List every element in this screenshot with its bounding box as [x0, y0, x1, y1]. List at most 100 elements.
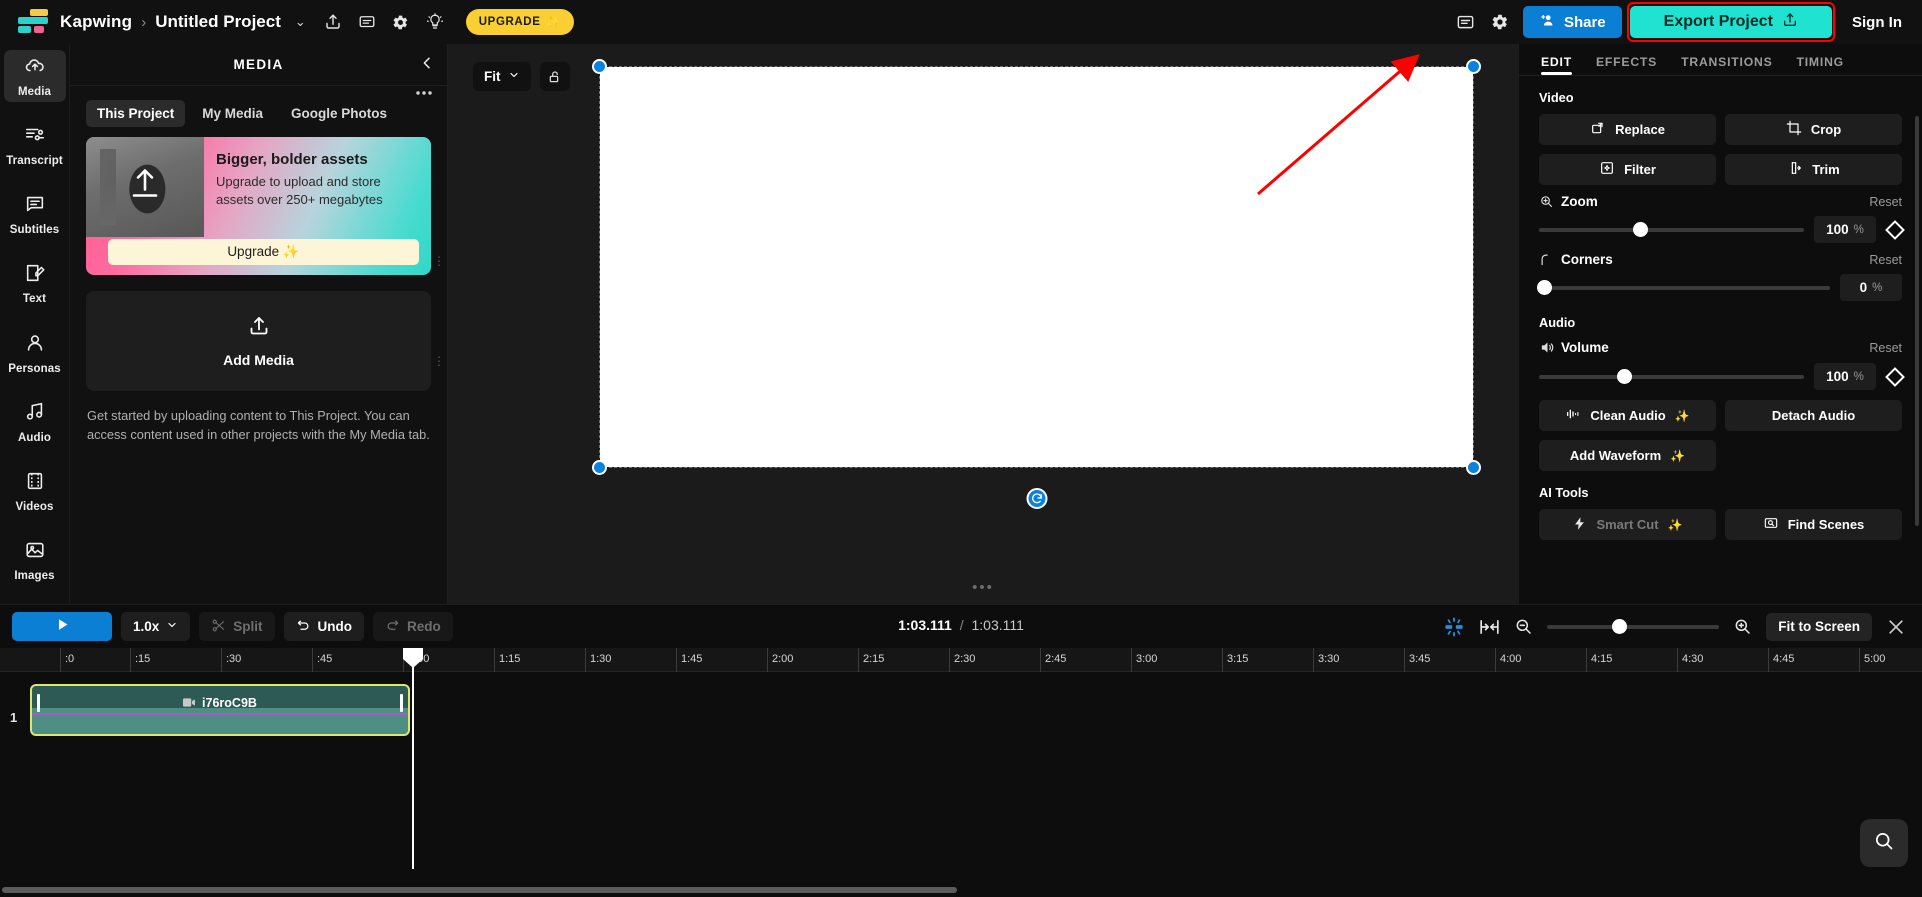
- trim-button[interactable]: Trim: [1725, 154, 1902, 185]
- fit-mode-dropdown[interactable]: Fit: [473, 62, 531, 91]
- undo-button[interactable]: Undo: [283, 612, 365, 641]
- redo-button[interactable]: Redo: [373, 612, 453, 641]
- tab-transitions[interactable]: TRANSITIONS: [1681, 55, 1772, 75]
- zoom-keyframe-button[interactable]: [1885, 219, 1905, 240]
- clip-trim-handle-left[interactable]: [37, 694, 40, 712]
- chevron-left-icon[interactable]: [419, 55, 435, 76]
- zoom-slider[interactable]: [1539, 221, 1804, 237]
- lightbulb-icon[interactable]: [418, 5, 452, 39]
- volume-slider[interactable]: [1539, 368, 1804, 384]
- sidebar-item-text[interactable]: Text: [4, 258, 66, 310]
- clean-audio-button[interactable]: Clean Audio ✨: [1539, 400, 1716, 431]
- video-canvas[interactable]: [592, 59, 1481, 509]
- rotate-icon[interactable]: [1026, 488, 1047, 509]
- resize-handle-top-left[interactable]: [592, 59, 607, 74]
- export-project-button[interactable]: Export Project: [1629, 6, 1832, 38]
- upload-icon[interactable]: [316, 5, 350, 39]
- close-icon[interactable]: [1886, 617, 1906, 637]
- snap-icon[interactable]: [1443, 616, 1465, 637]
- kapwing-logo-icon[interactable]: [18, 9, 48, 35]
- tab-my-media[interactable]: My Media: [191, 100, 274, 127]
- filter-button[interactable]: Filter: [1539, 154, 1716, 185]
- corners-slider[interactable]: [1537, 279, 1830, 295]
- playhead[interactable]: [403, 648, 423, 869]
- zoom-out-icon[interactable]: [1514, 617, 1533, 636]
- search-button[interactable]: [1860, 819, 1908, 867]
- sidebar-item-audio[interactable]: Audio: [4, 396, 66, 448]
- resize-handle-bottom-right[interactable]: [1466, 460, 1481, 475]
- detach-audio-button[interactable]: Detach Audio: [1725, 400, 1902, 431]
- add-waveform-button[interactable]: Add Waveform ✨: [1539, 440, 1716, 471]
- tab-google-photos[interactable]: Google Photos: [280, 100, 398, 127]
- speed-label: 1.0x: [133, 619, 160, 634]
- sidebar-item-videos[interactable]: Videos: [4, 466, 66, 518]
- resize-handle-top-right[interactable]: [1466, 59, 1481, 74]
- corners-slider-knob[interactable]: [1537, 279, 1552, 295]
- gear-icon[interactable]: [384, 5, 418, 39]
- fit-to-screen-button[interactable]: Fit to Screen: [1766, 612, 1872, 641]
- volume-keyframe-button[interactable]: [1885, 366, 1905, 387]
- settings-gear-icon[interactable]: [1483, 5, 1517, 39]
- upgrade-promo-card[interactable]: Bigger, bolder assets Upgrade to upload …: [86, 137, 431, 275]
- kapwing-editor: Kapwing › Untitled Project ⌄ UPGRADE ✨ S…: [0, 0, 1922, 897]
- resize-handle-bottom-left[interactable]: [592, 460, 607, 475]
- timeline-ruler[interactable]: :0 :15 :30 :45 1:00 1:15 1:30 1:45 2:00 …: [0, 648, 1922, 672]
- ellipsis-icon[interactable]: [415, 90, 433, 96]
- panel-resize-grip[interactable]: ⋮: [433, 355, 445, 367]
- sidebar-item-images[interactable]: Images: [4, 535, 66, 587]
- sidebar-label: Images: [14, 570, 55, 583]
- replace-button[interactable]: Replace: [1539, 114, 1716, 145]
- share-button[interactable]: Share: [1522, 6, 1622, 38]
- brand-name[interactable]: Kapwing: [60, 12, 132, 32]
- tab-edit[interactable]: EDIT: [1541, 55, 1572, 75]
- split-button[interactable]: Split: [199, 612, 275, 641]
- find-scenes-button[interactable]: Find Scenes: [1725, 509, 1902, 540]
- horizontal-scrollbar[interactable]: [2, 887, 957, 893]
- tab-this-project[interactable]: This Project: [86, 100, 186, 127]
- undo-icon: [296, 618, 311, 636]
- bolt-icon: [1572, 516, 1587, 534]
- timeline-zoom-knob[interactable]: [1612, 618, 1628, 634]
- upload-arrow-icon: [128, 165, 162, 210]
- project-title[interactable]: Untitled Project: [155, 12, 281, 32]
- corners-value-input[interactable]: 0 %: [1840, 274, 1902, 301]
- export-upload-icon: [1782, 12, 1798, 33]
- upgrade-button[interactable]: UPGRADE ✨: [465, 9, 575, 35]
- timeline-clip[interactable]: i76roC9B: [30, 684, 410, 736]
- panel-grip-dots: ⋮: [433, 254, 445, 268]
- unlock-icon[interactable]: [539, 62, 570, 91]
- sidebar-item-personas[interactable]: Personas: [4, 327, 66, 379]
- comment-icon[interactable]: [350, 5, 384, 39]
- volume-unit: %: [1853, 370, 1864, 383]
- find-scenes-icon: [1763, 515, 1779, 534]
- clip-trim-handle-right[interactable]: [400, 694, 403, 712]
- fit-selection-icon[interactable]: [1479, 618, 1500, 636]
- volume-value-input[interactable]: 100 %: [1814, 363, 1876, 390]
- ruler-tick: 3:45: [1404, 648, 1430, 672]
- sidebar-item-subtitles[interactable]: Subtitles: [4, 189, 66, 241]
- play-icon: [54, 616, 71, 638]
- playback-speed-dropdown[interactable]: 1.0x: [121, 612, 191, 641]
- waveform-icon: [1565, 406, 1581, 425]
- feedback-comment-icon[interactable]: [1449, 5, 1483, 39]
- timeline-zoom-slider[interactable]: [1547, 618, 1720, 634]
- sign-in-button[interactable]: Sign In: [1852, 14, 1902, 31]
- promo-upgrade-button[interactable]: Upgrade ✨: [108, 239, 419, 265]
- zoom-reset-button[interactable]: Reset: [1869, 195, 1902, 209]
- panel-scrollbar[interactable]: [1915, 116, 1919, 526]
- sidebar-item-media[interactable]: Media: [3, 50, 66, 103]
- volume-slider-knob[interactable]: [1616, 368, 1632, 384]
- smart-cut-button[interactable]: Smart Cut ✨: [1539, 509, 1716, 540]
- zoom-in-icon[interactable]: [1733, 617, 1752, 636]
- tab-effects[interactable]: EFFECTS: [1596, 55, 1657, 75]
- corners-reset-button[interactable]: Reset: [1869, 253, 1902, 267]
- volume-reset-button[interactable]: Reset: [1869, 341, 1902, 355]
- zoom-slider-knob[interactable]: [1632, 221, 1648, 237]
- add-media-button[interactable]: Add Media: [86, 291, 431, 391]
- project-menu-chevron-down-icon[interactable]: ⌄: [295, 14, 306, 30]
- tab-timing[interactable]: TIMING: [1797, 55, 1844, 75]
- sidebar-item-transcript[interactable]: Transcript: [4, 119, 66, 171]
- crop-button[interactable]: Crop: [1725, 114, 1902, 145]
- zoom-value-input[interactable]: 100 %: [1814, 216, 1876, 243]
- play-button[interactable]: [12, 612, 112, 641]
